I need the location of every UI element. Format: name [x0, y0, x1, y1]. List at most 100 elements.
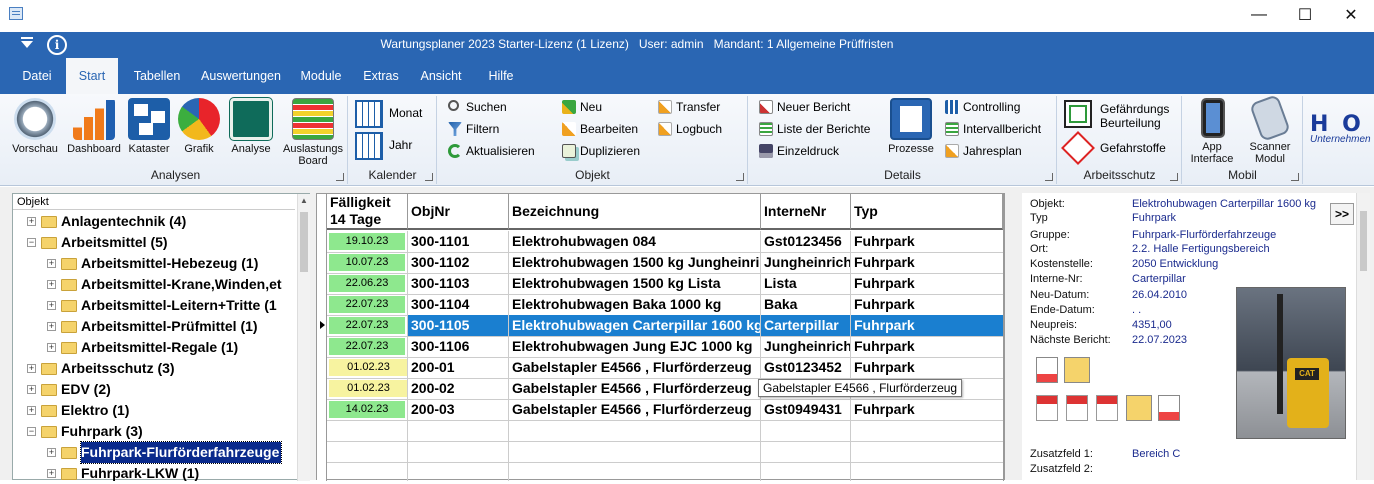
cell-intern[interactable]: Gst0123456 — [761, 231, 851, 252]
collapse-icon[interactable]: − — [27, 427, 36, 436]
cell-intern[interactable]: Jungheinrich — [761, 336, 851, 357]
pdf-icon[interactable] — [1036, 395, 1058, 421]
gefahrstoffe-button[interactable]: Gefahrstoffe — [1100, 141, 1166, 155]
gefaehrdungsbeurteilung-button[interactable]: Gefährdungs Beurteilung — [1100, 102, 1180, 130]
bearbeiten-button[interactable]: Bearbeiten — [560, 120, 638, 138]
cell-objnr[interactable]: 300-1106 — [408, 336, 509, 357]
tree-node[interactable]: Arbeitsmittel-Krane,Winden,et — [81, 274, 282, 295]
attachment-icon[interactable] — [1064, 357, 1090, 383]
analyse-button[interactable]: Analyse — [226, 98, 276, 155]
cell-objnr[interactable]: 200-03 — [408, 399, 509, 420]
cell-typ[interactable]: Fuhrpark — [851, 315, 1003, 336]
grafik-button[interactable]: Grafik — [174, 98, 224, 155]
close-button[interactable]: ✕ — [1328, 0, 1374, 30]
report-icon[interactable] — [1158, 395, 1180, 421]
pdf-icon[interactable] — [1096, 395, 1118, 421]
controlling-button[interactable]: Controlling — [943, 98, 1020, 116]
tab-datei[interactable]: Datei — [14, 58, 60, 94]
cell-intern[interactable]: Jungheinrich — [761, 252, 851, 273]
expand-icon[interactable]: + — [47, 259, 56, 268]
tree-node[interactable]: Fuhrpark (3) — [61, 421, 143, 442]
cell-intern[interactable]: Baka — [761, 294, 851, 315]
cell-bez[interactable]: Elektrohubwagen 1500 kg Lista — [509, 273, 761, 294]
expand-icon[interactable]: + — [27, 385, 36, 394]
suchen-button[interactable]: Suchen — [446, 98, 507, 116]
report-icon[interactable] — [1036, 357, 1058, 383]
cell-typ[interactable]: Fuhrpark — [851, 273, 1003, 294]
cell-bez[interactable]: Elektrohubwagen 1500 kg Jungheinrich — [509, 252, 761, 273]
cell-objnr[interactable]: 300-1102 — [408, 252, 509, 273]
dialog-launcher-icon[interactable] — [425, 173, 433, 181]
tree-node[interactable]: Fuhrpark-LKW (1) — [81, 463, 199, 484]
detail-scrollbar[interactable] — [1356, 193, 1370, 480]
cell-objnr[interactable]: 200-01 — [408, 357, 509, 378]
column-header-faelligkeit[interactable]: Fälligkeit 14 Tage — [327, 194, 408, 230]
app-icon[interactable] — [9, 7, 23, 20]
tab-ansicht[interactable]: Ansicht — [414, 58, 468, 94]
app-interface-button[interactable]: App Interface — [1187, 98, 1239, 165]
tree-scrollbar-thumb[interactable] — [300, 212, 308, 272]
column-header-objnr[interactable]: ObjNr — [408, 194, 509, 230]
logbuch-button[interactable]: Logbuch — [656, 120, 722, 138]
cell-bez[interactable]: Gabelstapler E4566 , Flurförderzeug — [509, 357, 761, 378]
cell-typ[interactable]: Fuhrpark — [851, 357, 1003, 378]
maximize-button[interactable]: ☐ — [1282, 0, 1328, 30]
expand-icon[interactable]: + — [47, 280, 56, 289]
tab-hilfe[interactable]: Hilfe — [478, 58, 524, 94]
tree-node[interactable]: Arbeitsmittel-Regale (1) — [81, 337, 238, 358]
expand-icon[interactable]: + — [47, 322, 56, 331]
cell-bez[interactable]: Gabelstapler E4566 , Flurförderzeug — [509, 399, 761, 420]
tree-node[interactable]: Arbeitsmittel-Leitern+Tritte (1 — [81, 295, 277, 316]
kataster-button[interactable]: Kataster — [126, 98, 172, 155]
expand-icon[interactable]: + — [27, 217, 36, 226]
tree-node[interactable]: Arbeitsmittel-Prüfmittel (1) — [81, 316, 258, 337]
tree-node[interactable]: Fuhrpark-Flurförderfahrzeuge — [79, 441, 283, 464]
liste-der-berichte-button[interactable]: Liste der Berichte — [757, 120, 870, 138]
expand-icon[interactable]: + — [47, 469, 56, 478]
duplizieren-button[interactable]: Duplizieren — [560, 142, 640, 160]
cell-objnr[interactable]: 300-1101 — [408, 231, 509, 252]
cell-intern[interactable]: Lista — [761, 273, 851, 294]
tab-tabellen[interactable]: Tabellen — [126, 58, 188, 94]
neu-button[interactable]: Neu — [560, 98, 602, 116]
dialog-launcher-icon[interactable] — [1170, 173, 1178, 181]
scroll-up-icon[interactable]: ▲ — [300, 196, 308, 205]
dialog-launcher-icon[interactable] — [336, 173, 344, 181]
cell-intern[interactable]: Carterpillar — [761, 315, 851, 336]
column-header-internenr[interactable]: InterneNr — [761, 194, 851, 230]
cell-typ[interactable]: Fuhrpark — [851, 252, 1003, 273]
dashboard-button[interactable]: Dashboard — [64, 98, 124, 155]
object-photo[interactable]: CAT — [1236, 287, 1346, 439]
expand-icon[interactable]: + — [27, 364, 36, 373]
filtern-button[interactable]: Filtern — [446, 120, 499, 138]
minimize-button[interactable]: — — [1236, 0, 1282, 30]
aktualisieren-button[interactable]: Aktualisieren — [446, 142, 535, 160]
next-object-button[interactable]: >> — [1330, 203, 1354, 225]
tab-module[interactable]: Module — [294, 58, 348, 94]
pdf-icon[interactable] — [1066, 395, 1088, 421]
cell-intern[interactable]: Gst0123452 — [761, 357, 851, 378]
tree-scrollbar[interactable]: ▲ — [297, 194, 310, 481]
tab-extras[interactable]: Extras — [356, 58, 406, 94]
column-header-typ[interactable]: Typ — [851, 194, 1003, 230]
scanner-modul-button[interactable]: Scanner Modul — [1243, 94, 1297, 165]
column-header-bezeichnung[interactable]: Bezeichnung — [509, 194, 761, 230]
cell-objnr[interactable]: 300-1105 — [408, 315, 509, 336]
cell-typ[interactable]: Fuhrpark — [851, 399, 1003, 420]
tree-node[interactable]: EDV (2) — [61, 379, 111, 400]
vorschau-button[interactable]: Vorschau — [8, 98, 62, 155]
jahresplan-button[interactable]: Jahresplan — [943, 142, 1022, 160]
transfer-button[interactable]: Transfer — [656, 98, 720, 116]
cell-bez[interactable]: Elektrohubwagen Carterpillar 1600 kg — [509, 315, 761, 336]
jahr-button[interactable]: Jahr — [389, 138, 412, 152]
cell-bez[interactable]: Elektrohubwagen Jung EJC 1000 kg — [509, 336, 761, 357]
cell-bez[interactable]: Elektrohubwagen Baka 1000 kg — [509, 294, 761, 315]
tab-start[interactable]: Start — [66, 58, 118, 94]
detail-scrollbar-thumb[interactable] — [1360, 211, 1367, 271]
prozesse-button[interactable]: Prozesse — [885, 98, 937, 155]
cell-bez[interactable]: Elektrohubwagen 084 — [509, 231, 761, 252]
cell-typ[interactable]: Fuhrpark — [851, 294, 1003, 315]
cell-objnr[interactable]: 300-1103 — [408, 273, 509, 294]
cell-typ[interactable]: Fuhrpark — [851, 231, 1003, 252]
expand-icon[interactable]: + — [47, 448, 56, 457]
